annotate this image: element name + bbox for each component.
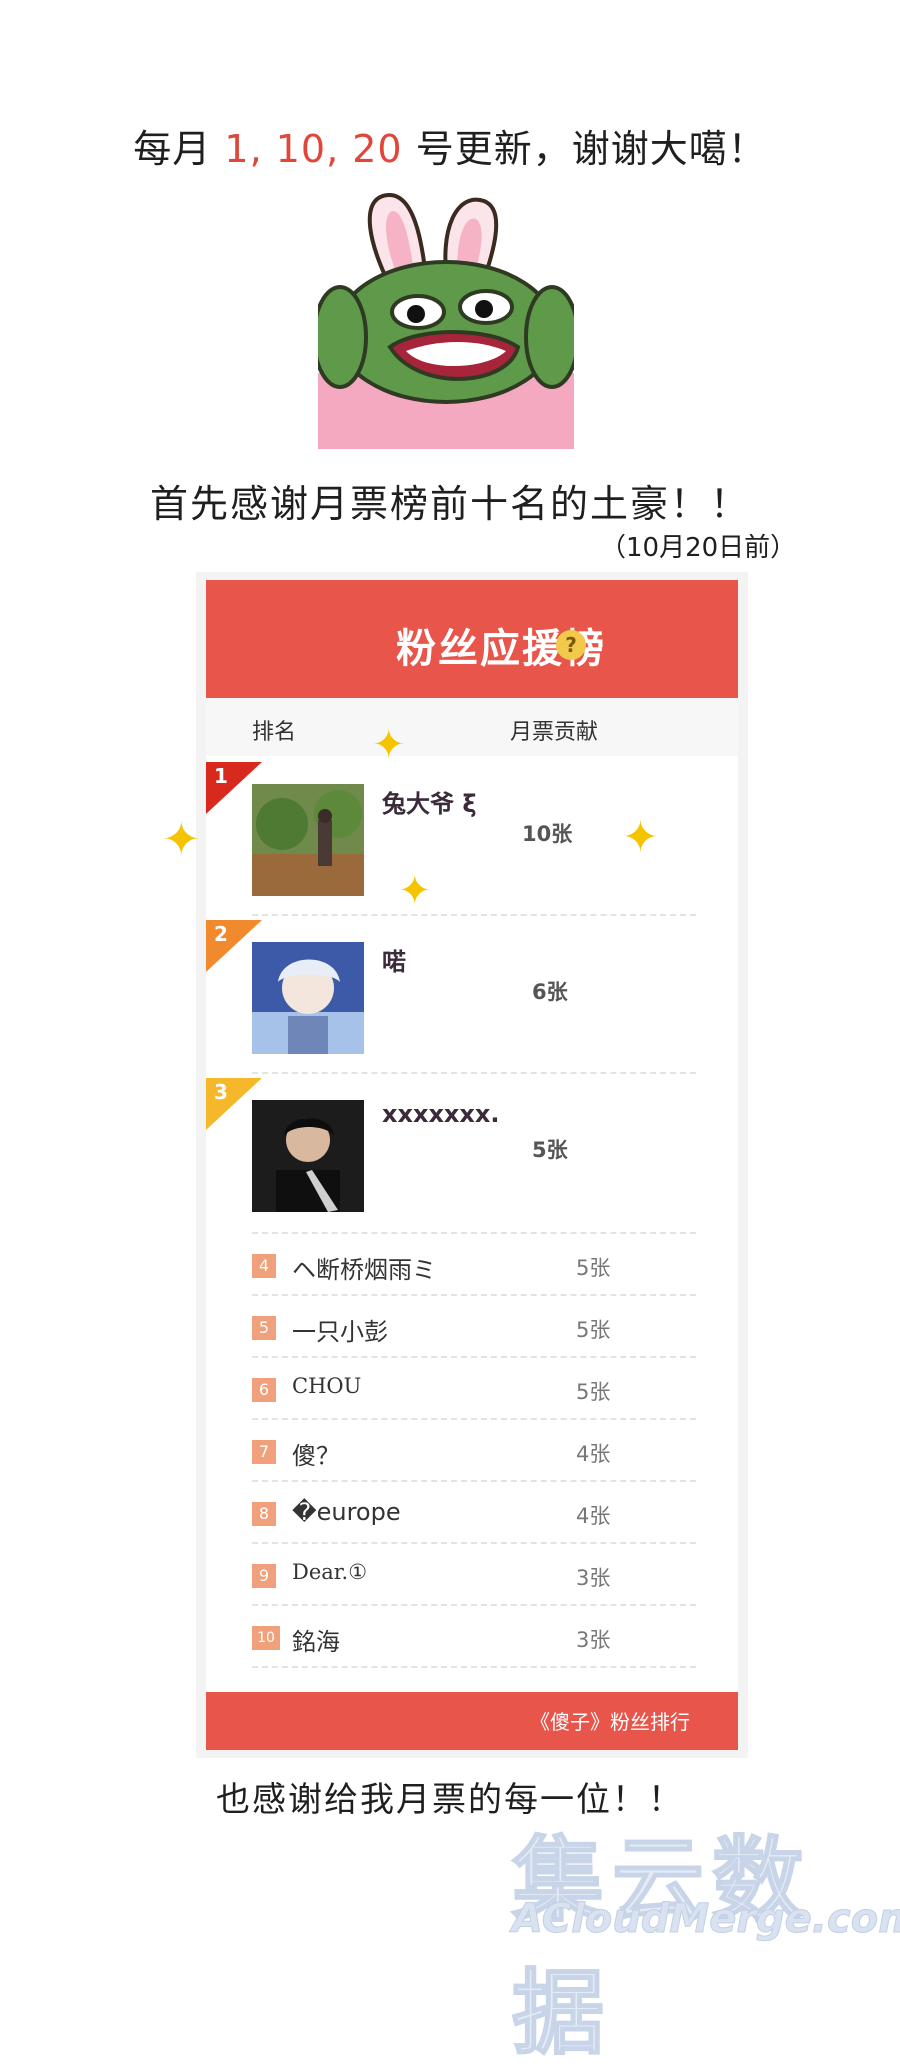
fan-votes: 6张 — [532, 980, 568, 1004]
fan-name: 兔大爷 ξ — [382, 790, 477, 818]
sparkle-icon: ✦ — [372, 722, 406, 768]
row-divider — [252, 1232, 696, 1234]
fan-votes: 10张 — [522, 822, 573, 846]
rank-badge: 5 — [252, 1316, 276, 1340]
column-rank-label: 排名 — [252, 720, 297, 745]
avatar — [252, 942, 364, 1054]
fan-votes: 5张 — [576, 1380, 611, 1404]
row-divider — [252, 1666, 696, 1668]
fan-votes: 3张 — [576, 1566, 611, 1590]
fan-name: 傻？ — [292, 1442, 340, 1470]
sparkle-icon: ✦ — [162, 812, 201, 866]
fan-votes: 5张 — [576, 1256, 611, 1280]
row-divider — [252, 1072, 696, 1074]
avatar — [252, 1100, 364, 1212]
column-votes-label: 月票贡献 — [510, 720, 599, 745]
fan-name: �europe — [292, 1498, 401, 1526]
rank-number: 2 — [214, 922, 228, 946]
fan-name: 喏 — [382, 948, 406, 976]
fan-votes: 5张 — [576, 1318, 611, 1342]
leaderboard-title: 粉丝应援榜 — [396, 626, 606, 672]
rank-badge: 9 — [252, 1564, 276, 1588]
row-divider — [252, 1418, 696, 1420]
avatar — [252, 784, 364, 896]
row-divider — [252, 1604, 696, 1606]
fan-votes: 4张 — [576, 1442, 611, 1466]
row-divider — [252, 1480, 696, 1482]
fan-votes: 3张 — [576, 1628, 611, 1652]
row-divider — [252, 1294, 696, 1296]
help-icon[interactable]: ? — [556, 630, 586, 660]
rank-badge: 7 — [252, 1440, 276, 1464]
fan-name: xxxxxxx. — [382, 1100, 500, 1128]
rank-badge: 6 — [252, 1378, 276, 1402]
fan-votes: 4张 — [576, 1504, 611, 1528]
bunny-ear-frog-icon — [318, 187, 574, 449]
rank-number: 3 — [214, 1080, 228, 1104]
fan-name: 銘海 — [292, 1628, 340, 1656]
update-schedule-text: 每月 1, 10, 20 号更新，谢谢大噶！ — [0, 118, 900, 173]
row-divider — [252, 1356, 696, 1358]
date-note: （10月20日前） — [600, 533, 797, 563]
rank-badge: 10 — [252, 1626, 280, 1650]
fan-name: 一只小彭 — [292, 1318, 388, 1346]
row-divider — [252, 914, 696, 916]
rank-number: 1 — [214, 764, 228, 788]
thanks-top-ten-heading: 首先感谢月票榜前十名的土豪！！ — [149, 482, 750, 526]
fan-name: Dear.① — [292, 1560, 368, 1584]
update-suffix: 号更新，谢谢大噶！ — [415, 127, 767, 171]
sparkle-icon: ✦ — [622, 812, 659, 863]
row-divider — [252, 1542, 696, 1544]
watermark-url: ACloudMerge.com — [512, 1896, 900, 1943]
sparkle-icon: ✦ — [398, 868, 432, 914]
rank-badge: 4 — [252, 1254, 276, 1278]
rank-badge: 8 — [252, 1502, 276, 1526]
update-days: 1, 10, 20 — [224, 127, 403, 171]
fan-votes: 5张 — [532, 1138, 568, 1162]
fan-name: ヘ断桥烟雨ミ — [292, 1256, 436, 1284]
fan-ranking-link[interactable]: 《傻子》粉丝排行 — [206, 1706, 690, 1735]
fan-name: CHOU — [292, 1374, 362, 1398]
update-prefix: 每月 — [133, 127, 212, 171]
